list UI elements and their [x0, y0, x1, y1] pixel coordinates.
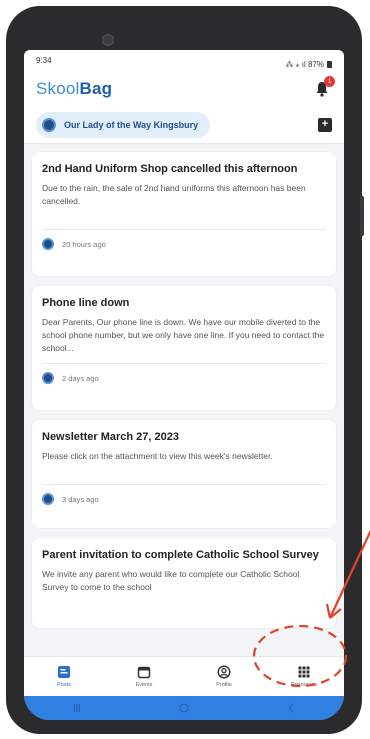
post-footer: 2 days ago	[42, 363, 326, 384]
posts-feed[interactable]: 2nd Hand Uniform Shop cancelled this aft…	[24, 144, 344, 628]
post-body: We invite any parent who would like to c…	[42, 569, 300, 592]
nav-tab-events[interactable]: Events	[114, 665, 174, 688]
post-timestamp: 2 days ago	[62, 373, 99, 383]
nav-tab-profile[interactable]: Profile	[194, 665, 254, 688]
status-time: 9:34	[36, 56, 52, 65]
school-crest-icon	[42, 493, 54, 505]
front-camera-icon	[102, 34, 114, 46]
side-button	[360, 196, 364, 236]
calendar-icon	[137, 666, 151, 679]
post-body: Dear Parents, Our phone line is down. We…	[42, 317, 325, 353]
app-screen: 9:34 ⁂ ⁎ ıl 87% SkoolBag 1 Our Lady of t…	[24, 50, 344, 720]
app-header: SkoolBag 1	[24, 72, 344, 106]
logo-bold-text: Bag	[79, 79, 113, 98]
notifications-button[interactable]: 1	[312, 76, 335, 99]
post-timestamp: 3 days ago	[62, 494, 99, 504]
bottom-navigation: Posts Events Profile Resources	[24, 656, 344, 696]
school-crest-icon	[42, 238, 54, 250]
android-system-bar	[24, 696, 344, 720]
post-card[interactable]: 2nd Hand Uniform Shop cancelled this aft…	[32, 152, 336, 276]
nav-label: Profile	[216, 682, 232, 688]
post-card[interactable]: Parent invitation to complete Catholic S…	[32, 538, 336, 628]
school-crest-icon	[42, 372, 54, 384]
logo-light-text: Skool	[36, 79, 80, 98]
post-footer: 3 days ago	[42, 484, 326, 505]
home-button-icon[interactable]	[179, 703, 189, 713]
post-body: Due to the rain, the sale of 2nd hand un…	[42, 183, 306, 206]
status-bar: 9:34 ⁂ ⁎ ıl 87%	[24, 50, 344, 72]
notification-badge: 1	[324, 76, 335, 87]
status-indicator-text: ⁂ ⁎ ıl 87%	[285, 59, 324, 69]
nav-tab-posts[interactable]: Posts	[34, 665, 94, 688]
school-selector-chip[interactable]: Our Lady of the Way Kingsbury	[36, 111, 211, 138]
post-card[interactable]: Newsletter March 27, 2023 Please click o…	[32, 420, 336, 528]
status-indicators: ⁂ ⁎ ıl 87%	[285, 56, 332, 72]
nav-tab-resources[interactable]: Resources	[274, 665, 334, 688]
school-crest-icon	[42, 117, 56, 132]
posts-icon	[58, 666, 70, 678]
post-title: 2nd Hand Uniform Shop cancelled this aft…	[42, 163, 298, 175]
nav-label: Resources	[290, 682, 318, 688]
battery-icon	[327, 60, 332, 68]
add-school-button[interactable]: +	[318, 117, 332, 132]
back-button-icon[interactable]	[286, 703, 296, 713]
school-selector-row: Our Lady of the Way Kingsbury +	[24, 106, 344, 144]
post-timestamp: 20 hours ago	[62, 239, 106, 249]
school-name: Our Lady of the Way Kingsbury	[64, 119, 199, 130]
post-title: Newsletter March 27, 2023	[42, 431, 179, 443]
post-title: Parent invitation to complete Catholic S…	[42, 549, 319, 561]
nav-label: Events	[135, 682, 153, 688]
post-card[interactable]: Phone line down Dear Parents, Our phone …	[32, 286, 336, 410]
post-body: Please click on the attachment to view t…	[42, 451, 273, 461]
profile-icon	[217, 665, 231, 679]
plus-icon: +	[321, 117, 329, 130]
recent-apps-icon[interactable]	[72, 703, 82, 713]
post-title: Phone line down	[42, 297, 130, 309]
grid-icon	[298, 666, 310, 678]
post-footer: 20 hours ago	[42, 229, 326, 250]
nav-label: Posts	[57, 682, 71, 688]
skoolbag-logo: SkoolBag	[36, 79, 112, 99]
